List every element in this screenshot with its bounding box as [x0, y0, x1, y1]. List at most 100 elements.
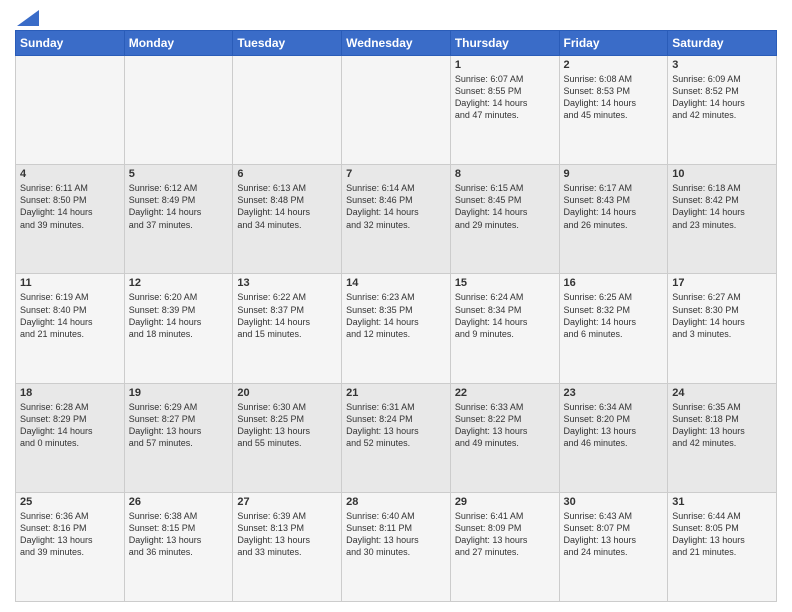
day-info: Sunrise: 6:43 AM Sunset: 8:07 PM Dayligh… — [564, 510, 664, 559]
day-info: Sunrise: 6:17 AM Sunset: 8:43 PM Dayligh… — [564, 182, 664, 231]
calendar-cell: 4 Sunrise: 6:11 AM Sunset: 8:50 PM Daylig… — [16, 165, 125, 274]
calendar-cell: 27 Sunrise: 6:39 AM Sunset: 8:13 PM Dayli… — [233, 492, 342, 601]
day-info: Sunrise: 6:35 AM Sunset: 8:18 PM Dayligh… — [672, 401, 772, 450]
day-number: 16 — [564, 277, 664, 289]
calendar-cell: 2 Sunrise: 6:08 AM Sunset: 8:53 PM Daylig… — [559, 56, 668, 165]
day-number: 1 — [455, 59, 555, 71]
day-info: Sunrise: 6:23 AM Sunset: 8:35 PM Dayligh… — [346, 291, 446, 340]
calendar-cell: 17 Sunrise: 6:27 AM Sunset: 8:30 PM Dayli… — [668, 274, 777, 383]
day-info: Sunrise: 6:14 AM Sunset: 8:46 PM Dayligh… — [346, 182, 446, 231]
calendar-cell: 29 Sunrise: 6:41 AM Sunset: 8:09 PM Dayli… — [450, 492, 559, 601]
day-info: Sunrise: 6:31 AM Sunset: 8:24 PM Dayligh… — [346, 401, 446, 450]
day-number: 15 — [455, 277, 555, 289]
day-number: 2 — [564, 59, 664, 71]
day-info: Sunrise: 6:44 AM Sunset: 8:05 PM Dayligh… — [672, 510, 772, 559]
day-number: 20 — [237, 387, 337, 399]
day-header-thursday: Thursday — [450, 31, 559, 56]
calendar-cell: 25 Sunrise: 6:36 AM Sunset: 8:16 PM Dayli… — [16, 492, 125, 601]
day-number: 3 — [672, 59, 772, 71]
logo — [15, 10, 39, 22]
calendar-table: SundayMondayTuesdayWednesdayThursdayFrid… — [15, 30, 777, 602]
calendar: SundayMondayTuesdayWednesdayThursdayFrid… — [15, 30, 777, 602]
day-number: 5 — [129, 168, 229, 180]
day-number: 19 — [129, 387, 229, 399]
day-info: Sunrise: 6:28 AM Sunset: 8:29 PM Dayligh… — [20, 401, 120, 450]
calendar-cell: 1 Sunrise: 6:07 AM Sunset: 8:55 PM Daylig… — [450, 56, 559, 165]
day-number: 29 — [455, 496, 555, 508]
day-number: 9 — [564, 168, 664, 180]
calendar-cell: 28Sunrise: 6:40 AM Sunset: 8:11 PM Dayli… — [342, 492, 451, 601]
day-info: Sunrise: 6:08 AM Sunset: 8:53 PM Dayligh… — [564, 73, 664, 122]
day-number: 4 — [20, 168, 120, 180]
calendar-body: 1 Sunrise: 6:07 AM Sunset: 8:55 PM Daylig… — [16, 56, 777, 602]
day-number: 17 — [672, 277, 772, 289]
calendar-cell: 19 Sunrise: 6:29 AM Sunset: 8:27 PM Dayli… — [124, 383, 233, 492]
day-number: 21 — [346, 387, 446, 399]
calendar-cell: 30Sunrise: 6:43 AM Sunset: 8:07 PM Dayli… — [559, 492, 668, 601]
day-number: 27 — [237, 496, 337, 508]
day-header-sunday: Sunday — [16, 31, 125, 56]
calendar-cell — [16, 56, 125, 165]
calendar-cell — [233, 56, 342, 165]
calendar-cell — [342, 56, 451, 165]
day-info: Sunrise: 6:36 AM Sunset: 8:16 PM Dayligh… — [20, 510, 120, 559]
calendar-cell: 23 Sunrise: 6:34 AM Sunset: 8:20 PM Dayli… — [559, 383, 668, 492]
day-info: Sunrise: 6:15 AM Sunset: 8:45 PM Dayligh… — [455, 182, 555, 231]
calendar-cell: 16 Sunrise: 6:25 AM Sunset: 8:32 PM Dayli… — [559, 274, 668, 383]
day-info: Sunrise: 6:24 AM Sunset: 8:34 PM Dayligh… — [455, 291, 555, 340]
day-number: 13 — [237, 277, 337, 289]
day-info: Sunrise: 6:12 AM Sunset: 8:49 PM Dayligh… — [129, 182, 229, 231]
day-info: Sunrise: 6:27 AM Sunset: 8:30 PM Dayligh… — [672, 291, 772, 340]
day-info: Sunrise: 6:39 AM Sunset: 8:13 PM Dayligh… — [237, 510, 337, 559]
day-header-wednesday: Wednesday — [342, 31, 451, 56]
calendar-cell: 26Sunrise: 6:38 AM Sunset: 8:15 PM Dayli… — [124, 492, 233, 601]
calendar-cell: 21 Sunrise: 6:31 AM Sunset: 8:24 PM Dayli… — [342, 383, 451, 492]
day-info: Sunrise: 6:11 AM Sunset: 8:50 PM Dayligh… — [20, 182, 120, 231]
calendar-cell: 12Sunrise: 6:20 AM Sunset: 8:39 PM Dayli… — [124, 274, 233, 383]
day-number: 8 — [455, 168, 555, 180]
week-row: 1 Sunrise: 6:07 AM Sunset: 8:55 PM Daylig… — [16, 56, 777, 165]
calendar-cell: 13 Sunrise: 6:22 AM Sunset: 8:37 PM Dayli… — [233, 274, 342, 383]
day-info: Sunrise: 6:07 AM Sunset: 8:55 PM Dayligh… — [455, 73, 555, 122]
day-number: 11 — [20, 277, 120, 289]
calendar-cell — [124, 56, 233, 165]
day-number: 25 — [20, 496, 120, 508]
calendar-cell: 7Sunrise: 6:14 AM Sunset: 8:46 PM Daylig… — [342, 165, 451, 274]
day-info: Sunrise: 6:41 AM Sunset: 8:09 PM Dayligh… — [455, 510, 555, 559]
calendar-cell: 18 Sunrise: 6:28 AM Sunset: 8:29 PM Dayli… — [16, 383, 125, 492]
day-number: 31 — [672, 496, 772, 508]
day-info: Sunrise: 6:09 AM Sunset: 8:52 PM Dayligh… — [672, 73, 772, 122]
day-info: Sunrise: 6:19 AM Sunset: 8:40 PM Dayligh… — [20, 291, 120, 340]
day-info: Sunrise: 6:20 AM Sunset: 8:39 PM Dayligh… — [129, 291, 229, 340]
calendar-cell: 5 Sunrise: 6:12 AM Sunset: 8:49 PM Daylig… — [124, 165, 233, 274]
week-row: 4 Sunrise: 6:11 AM Sunset: 8:50 PM Daylig… — [16, 165, 777, 274]
day-number: 14 — [346, 277, 446, 289]
calendar-cell: 6 Sunrise: 6:13 AM Sunset: 8:48 PM Daylig… — [233, 165, 342, 274]
day-number: 23 — [564, 387, 664, 399]
day-info: Sunrise: 6:13 AM Sunset: 8:48 PM Dayligh… — [237, 182, 337, 231]
page: SundayMondayTuesdayWednesdayThursdayFrid… — [0, 0, 792, 612]
day-number: 18 — [20, 387, 120, 399]
day-header-friday: Friday — [559, 31, 668, 56]
day-info: Sunrise: 6:34 AM Sunset: 8:20 PM Dayligh… — [564, 401, 664, 450]
calendar-cell: 8 Sunrise: 6:15 AM Sunset: 8:45 PM Daylig… — [450, 165, 559, 274]
day-info: Sunrise: 6:25 AM Sunset: 8:32 PM Dayligh… — [564, 291, 664, 340]
day-info: Sunrise: 6:33 AM Sunset: 8:22 PM Dayligh… — [455, 401, 555, 450]
calendar-cell: 11 Sunrise: 6:19 AM Sunset: 8:40 PM Dayli… — [16, 274, 125, 383]
calendar-cell: 24 Sunrise: 6:35 AM Sunset: 8:18 PM Dayli… — [668, 383, 777, 492]
calendar-cell: 22Sunrise: 6:33 AM Sunset: 8:22 PM Dayli… — [450, 383, 559, 492]
calendar-cell: 15 Sunrise: 6:24 AM Sunset: 8:34 PM Dayli… — [450, 274, 559, 383]
calendar-cell: 3 Sunrise: 6:09 AM Sunset: 8:52 PM Daylig… — [668, 56, 777, 165]
calendar-header: SundayMondayTuesdayWednesdayThursdayFrid… — [16, 31, 777, 56]
day-header-monday: Monday — [124, 31, 233, 56]
calendar-cell: 20Sunrise: 6:30 AM Sunset: 8:25 PM Dayli… — [233, 383, 342, 492]
calendar-cell: 14 Sunrise: 6:23 AM Sunset: 8:35 PM Dayli… — [342, 274, 451, 383]
day-number: 6 — [237, 168, 337, 180]
day-number: 10 — [672, 168, 772, 180]
day-info: Sunrise: 6:22 AM Sunset: 8:37 PM Dayligh… — [237, 291, 337, 340]
day-info: Sunrise: 6:29 AM Sunset: 8:27 PM Dayligh… — [129, 401, 229, 450]
day-number: 26 — [129, 496, 229, 508]
day-header-tuesday: Tuesday — [233, 31, 342, 56]
day-number: 24 — [672, 387, 772, 399]
day-info: Sunrise: 6:40 AM Sunset: 8:11 PM Dayligh… — [346, 510, 446, 559]
